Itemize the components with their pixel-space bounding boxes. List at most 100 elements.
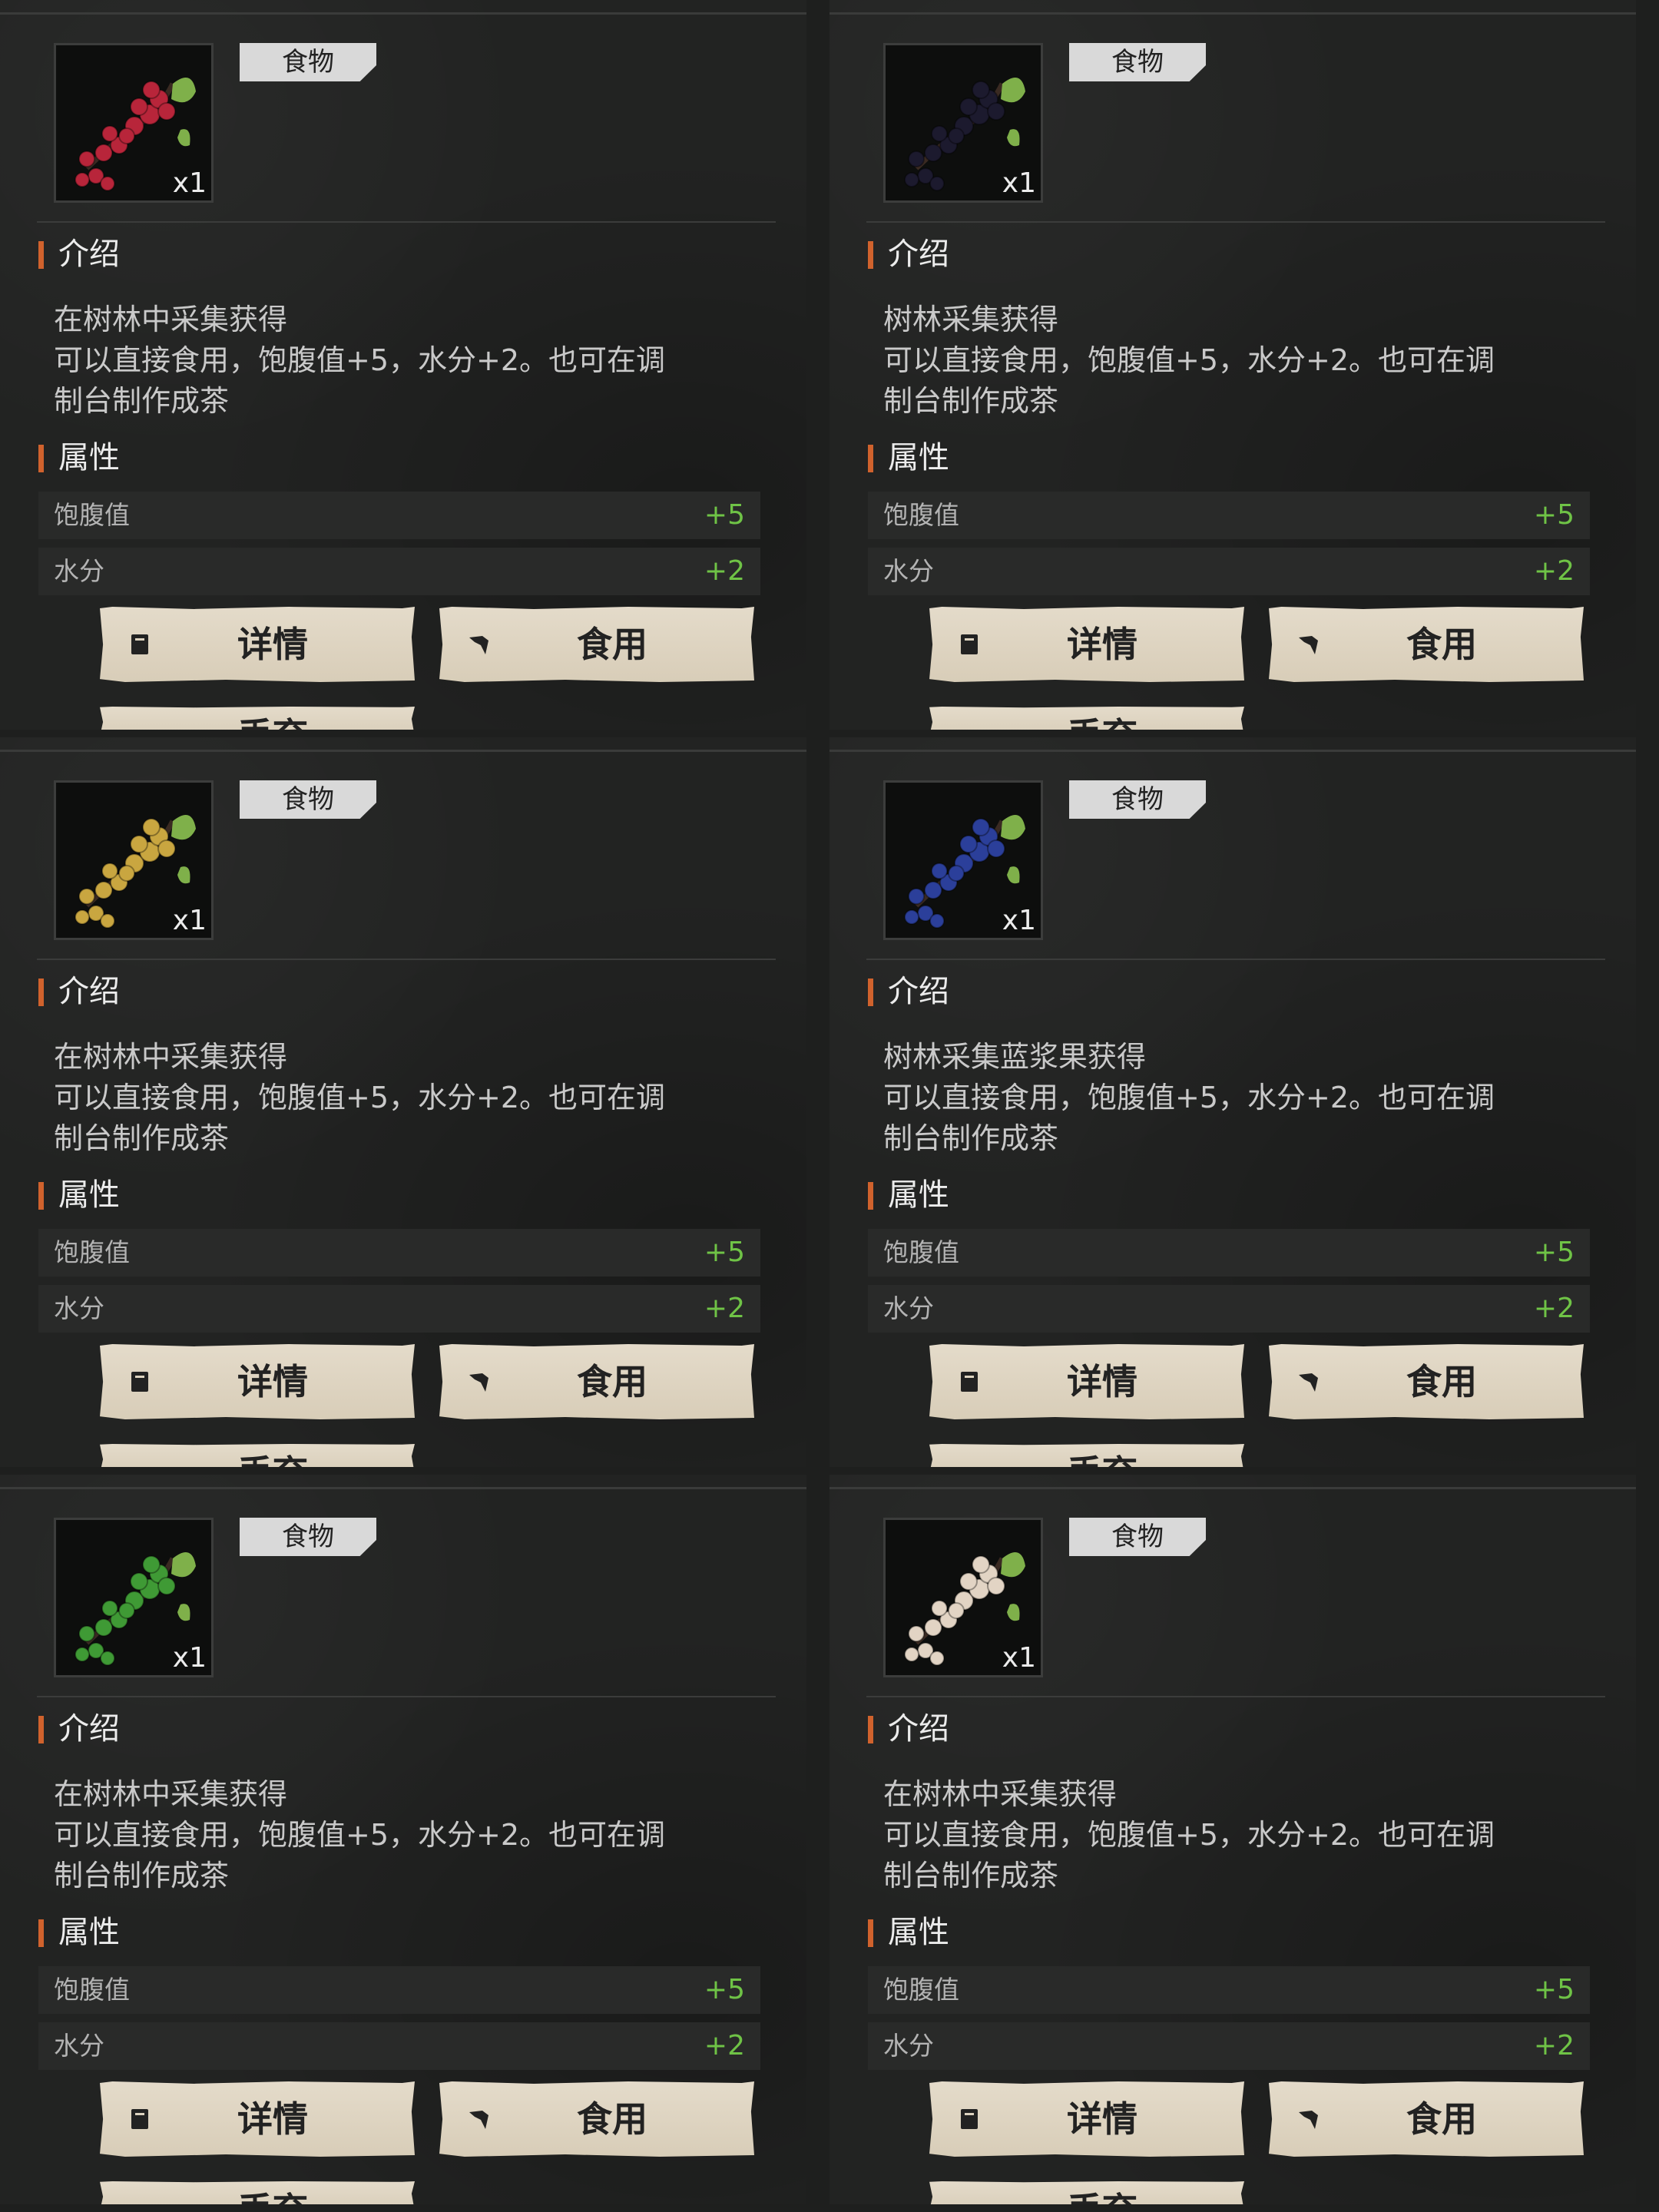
eat-button[interactable]: 食用	[439, 607, 754, 682]
discard-button[interactable]: 丢弃	[100, 707, 415, 730]
header-divider	[37, 959, 776, 960]
details-button[interactable]: 详情	[100, 607, 415, 682]
category-tag: 食物	[1069, 1518, 1206, 1556]
details-button[interactable]: 详情	[929, 607, 1244, 682]
item-icon-slot[interactable]: x1	[54, 780, 214, 940]
eat-button-label: 食用	[577, 624, 647, 665]
intro-text: 在树林中采集获得 可以直接食用，饱腹值+5，水分+2。也可在调 制台制作成茶	[54, 300, 760, 422]
eat-button[interactable]: 食用	[1269, 2081, 1584, 2157]
intro-line: 可以直接食用，饱腹值+5，水分+2。也可在调	[883, 1081, 1495, 1114]
discard-button-label: 丢弃	[100, 713, 415, 730]
category-tag: 食物	[1069, 43, 1206, 81]
discard-button[interactable]: 丢弃	[929, 1444, 1244, 1467]
item-icon-slot[interactable]: x1	[883, 1518, 1043, 1677]
eat-button-label: 食用	[1406, 2098, 1477, 2140]
intro-heading: 介绍	[868, 974, 949, 1009]
attribute-value: +5	[1533, 1974, 1575, 2005]
item-panel: x1 食物 介绍 在树林中采集获得 可以直接食用，饱腹值+5，水分+2。也可在调…	[830, 1475, 1636, 2204]
intro-line: 可以直接食用，饱腹值+5，水分+2。也可在调	[54, 1818, 666, 1852]
attribute-value: +2	[1533, 555, 1575, 587]
attribute-row-water: 水分 +2	[38, 548, 760, 595]
attribute-value: +2	[704, 2030, 745, 2061]
panel-top-divider	[0, 1487, 806, 1489]
intro-text: 在树林中采集获得 可以直接食用，饱腹值+5，水分+2。也可在调 制台制作成茶	[54, 1774, 760, 1896]
header-divider	[866, 221, 1605, 223]
item-icon-slot[interactable]: x1	[54, 43, 214, 203]
item-icon-slot[interactable]: x1	[883, 780, 1043, 940]
intro-heading: 介绍	[868, 237, 949, 272]
discard-button-label: 丢弃	[929, 2187, 1244, 2204]
panel-top-divider	[0, 750, 806, 752]
intro-line: 在树林中采集获得	[54, 1777, 288, 1811]
item-icon-slot[interactable]: x1	[883, 43, 1043, 203]
eat-button[interactable]: 食用	[439, 2081, 754, 2157]
attribute-value: +5	[1533, 499, 1575, 531]
intro-heading: 介绍	[38, 974, 120, 1009]
intro-line: 制台制作成茶	[54, 1859, 230, 1892]
item-panel: x1 食物 介绍 树林采集获得 可以直接食用，饱腹值+5，水分+2。也可在调 制…	[830, 0, 1636, 730]
attribute-row-water: 水分 +2	[868, 2022, 1590, 2070]
attribute-row-water: 水分 +2	[38, 1285, 760, 1333]
category-tag: 食物	[240, 780, 376, 819]
attributes-heading: 属性	[38, 440, 120, 475]
discard-button[interactable]: 丢弃	[100, 2181, 415, 2204]
item-quantity: x1	[172, 1642, 207, 1674]
attribute-name: 饱腹值	[883, 1975, 959, 2005]
intro-line: 在树林中采集获得	[883, 1777, 1118, 1811]
intro-line: 制台制作成茶	[883, 1859, 1059, 1892]
details-button-label: 详情	[237, 624, 308, 665]
item-quantity: x1	[172, 167, 207, 199]
intro-heading: 介绍	[38, 1711, 120, 1747]
attribute-name: 水分	[54, 2031, 104, 2061]
attribute-row-water: 水分 +2	[38, 2022, 760, 2070]
details-button-label: 详情	[1067, 1361, 1137, 1402]
intro-line: 制台制作成茶	[54, 1121, 230, 1155]
discard-button[interactable]: 丢弃	[100, 1444, 415, 1467]
intro-heading: 介绍	[38, 237, 120, 272]
intro-heading: 介绍	[868, 1711, 949, 1747]
item-icon-slot[interactable]: x1	[54, 1518, 214, 1677]
attribute-name: 水分	[883, 1293, 934, 1323]
details-button-label: 详情	[1067, 624, 1137, 665]
item-panel: x1 食物 介绍 在树林中采集获得 可以直接食用，饱腹值+5，水分+2。也可在调…	[0, 1475, 806, 2204]
intro-text: 在树林中采集获得 可以直接食用，饱腹值+5，水分+2。也可在调 制台制作成茶	[54, 1037, 760, 1159]
attributes-heading: 属性	[38, 1177, 120, 1213]
attribute-row-water: 水分 +2	[868, 1285, 1590, 1333]
attribute-value: +2	[1533, 2030, 1575, 2061]
eat-button-label: 食用	[1406, 624, 1477, 665]
item-quantity: x1	[1002, 905, 1036, 936]
details-button[interactable]: 详情	[929, 2081, 1244, 2157]
attributes-heading: 属性	[868, 1177, 949, 1213]
eat-button[interactable]: 食用	[439, 1344, 754, 1419]
discard-button[interactable]: 丢弃	[929, 2181, 1244, 2204]
panel-top-divider	[830, 1487, 1636, 1489]
details-button[interactable]: 详情	[100, 1344, 415, 1419]
attribute-row-satiety: 饱腹值 +5	[868, 1966, 1590, 2014]
details-button[interactable]: 详情	[929, 1344, 1244, 1419]
intro-line: 在树林中采集获得	[54, 303, 288, 336]
discard-button[interactable]: 丢弃	[929, 707, 1244, 730]
details-button-label: 详情	[237, 2098, 308, 2140]
attribute-value: +5	[704, 499, 745, 531]
intro-text: 树林采集蓝浆果获得 可以直接食用，饱腹值+5，水分+2。也可在调 制台制作成茶	[883, 1037, 1590, 1159]
panel-top-divider	[0, 12, 806, 15]
intro-line: 可以直接食用，饱腹值+5，水分+2。也可在调	[54, 1081, 666, 1114]
eat-button-label: 食用	[577, 1361, 647, 1402]
item-quantity: x1	[1002, 1642, 1036, 1674]
discard-button-label: 丢弃	[929, 1450, 1244, 1467]
intro-text: 在树林中采集获得 可以直接食用，饱腹值+5，水分+2。也可在调 制台制作成茶	[883, 1774, 1590, 1896]
eat-button[interactable]: 食用	[1269, 607, 1584, 682]
panel-top-divider	[830, 750, 1636, 752]
attribute-value: +5	[704, 1237, 745, 1268]
eat-button[interactable]: 食用	[1269, 1344, 1584, 1419]
attribute-row-water: 水分 +2	[868, 548, 1590, 595]
category-tag: 食物	[1069, 780, 1206, 819]
category-tag: 食物	[240, 1518, 376, 1556]
eat-button-label: 食用	[577, 2098, 647, 2140]
intro-line: 制台制作成茶	[54, 384, 230, 418]
item-panels-grid: x1 食物 介绍 在树林中采集获得 可以直接食用，饱腹值+5，水分+2。也可在调…	[0, 0, 1659, 2212]
details-button[interactable]: 详情	[100, 2081, 415, 2157]
item-quantity: x1	[172, 905, 207, 936]
attribute-value: +2	[704, 1293, 745, 1324]
attribute-name: 饱腹值	[883, 1237, 959, 1267]
